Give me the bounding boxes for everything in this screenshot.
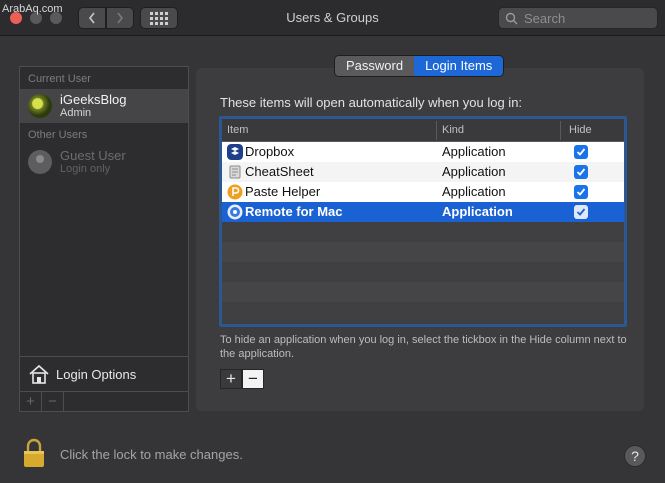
sidebar-buttons: + − (20, 391, 188, 411)
user-name: iGeeksBlog (60, 92, 127, 107)
tab-login-items[interactable]: Login Items (414, 56, 504, 76)
app-kind: Application (442, 204, 513, 219)
table-row-selected[interactable]: Remote for Mac Application (222, 202, 624, 222)
dropbox-icon (227, 144, 243, 160)
lock-icon[interactable] (22, 438, 46, 468)
search-field[interactable] (498, 7, 658, 29)
app-name: Remote for Mac (245, 204, 343, 219)
lock-message: Click the lock to make changes. (60, 447, 243, 462)
empty-row (222, 282, 624, 302)
remove-user-button[interactable]: − (42, 392, 64, 411)
tab-bar: Password Login Items (334, 55, 505, 77)
hide-checkbox[interactable] (574, 205, 588, 219)
users-sidebar: Current User iGeeksBlog Admin Other User… (19, 66, 189, 412)
add-login-item-button[interactable]: + (220, 369, 242, 389)
user-role: Admin (60, 107, 92, 119)
column-header-kind[interactable]: Kind (442, 124, 464, 136)
checkmark-icon (576, 188, 586, 196)
empty-row (222, 302, 624, 322)
paste-helper-icon (227, 184, 243, 200)
cheatsheet-icon (229, 165, 241, 179)
app-name: Dropbox (245, 144, 295, 159)
remove-login-item-button[interactable]: − (242, 369, 264, 389)
table-header: Item Kind Hide (222, 119, 624, 142)
checkmark-icon (576, 208, 586, 216)
app-name: CheatSheet (245, 164, 314, 179)
hide-hint-text: To hide an application when you log in, … (220, 334, 627, 360)
login-options-button[interactable]: Login Options (20, 356, 188, 391)
tab-password[interactable]: Password (335, 56, 415, 76)
app-kind: Application (442, 144, 506, 159)
column-header-hide[interactable]: Hide (569, 124, 592, 136)
other-users-label: Other Users (28, 129, 88, 141)
users-groups-window: ArabAq.com Users & Groups Current User i… (0, 0, 665, 483)
search-input[interactable] (524, 10, 654, 26)
checkmark-icon (576, 148, 586, 156)
title-bar: ArabAq.com Users & Groups (0, 0, 665, 36)
empty-row (222, 222, 624, 242)
help-button[interactable]: ? (624, 445, 646, 467)
add-user-button[interactable]: + (20, 392, 42, 411)
app-name: Paste Helper (245, 184, 321, 199)
user-name: Guest User (60, 148, 126, 163)
house-icon (29, 364, 49, 384)
login-items-intro: These items will open automatically when… (220, 95, 523, 110)
app-kind: Application (442, 164, 506, 179)
checkmark-icon (576, 168, 586, 176)
user-row-guest[interactable]: Guest User Login only (20, 145, 188, 179)
login-items-table[interactable]: Item Kind Hide Dropbox Application Cheat… (219, 116, 627, 327)
remote-for-mac-icon (227, 204, 243, 220)
table-row[interactable]: Dropbox Application (222, 142, 624, 162)
user-row-igeeksblog[interactable]: iGeeksBlog Admin (20, 89, 188, 123)
login-options-label: Login Options (56, 366, 137, 382)
empty-row (222, 242, 624, 262)
empty-row (222, 262, 624, 282)
hide-checkbox[interactable] (574, 185, 588, 199)
user-role: Login only (60, 163, 111, 175)
hide-checkbox[interactable] (574, 165, 588, 179)
avatar (28, 94, 52, 118)
hide-checkbox[interactable] (574, 145, 588, 159)
table-row[interactable]: CheatSheet Application (222, 162, 624, 182)
app-kind: Application (442, 184, 506, 199)
table-row[interactable]: Paste Helper Application (222, 182, 624, 202)
column-header-item[interactable]: Item (227, 124, 248, 136)
current-user-label: Current User (28, 73, 91, 85)
search-icon (505, 12, 518, 24)
guest-avatar (28, 150, 52, 174)
